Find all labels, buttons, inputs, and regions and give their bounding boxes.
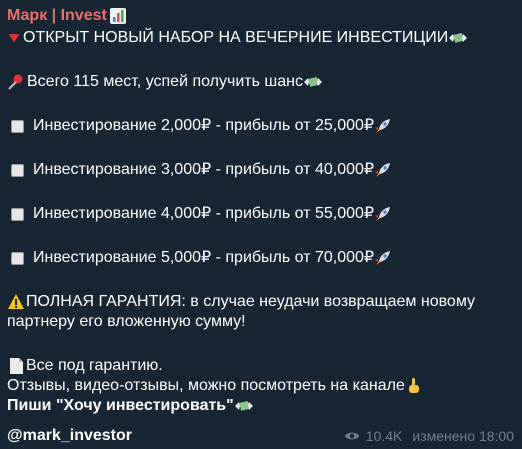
offer-row: Инвестирование 3,000₽ - прибыль от 40,00… — [7, 160, 514, 180]
guarantee-text: ПОЛНАЯ ГАРАНТИЯ: в случае неудачи возвра… — [26, 293, 475, 310]
channel-handle-link[interactable]: @mark_investor — [7, 427, 132, 445]
channel-header[interactable]: Марк | Invest — [7, 4, 514, 28]
reviews-text: Отзывы, видео-отзывы, можно посмотреть н… — [7, 377, 405, 394]
guarantee-line-2: партнеру его вложенную сумму! — [7, 312, 514, 332]
cta-line: Пиши "Хочу инвестировать" — [7, 396, 514, 416]
rocket-icon — [375, 119, 391, 133]
headline: ОТКРЫТ НОВЫЙ НАБОР НА ВЕЧЕРНИЕ ИНВЕСТИЦИ… — [23, 29, 449, 46]
offer-text: Инвестирование 5,000₽ - прибыль от 70,00… — [33, 249, 375, 266]
headline-line: ОТКРЫТ НОВЫЙ НАБОР НА ВЕЧЕРНИЕ ИНВЕСТИЦИ… — [7, 28, 514, 48]
offer-text: Инвестирование 3,000₽ - прибыль от 40,00… — [33, 161, 375, 178]
channel-name[interactable]: Марк | Invest — [7, 4, 107, 28]
views-count: 10.4K — [365, 428, 403, 444]
offer-text: Инвестирование 4,000₽ - прибыль от 55,00… — [33, 205, 375, 222]
checkbox-icon — [11, 163, 24, 177]
seats-text: Всего 115 мест, успей получить шанс — [27, 73, 303, 90]
rocket-icon — [375, 163, 391, 177]
message-footer: @mark_investor 10.4K изменено 18:00 — [7, 426, 514, 446]
checkbox-icon — [11, 251, 24, 265]
index-pointing-up-icon — [408, 378, 419, 393]
all-guaranteed-line: Все под гарантию. — [7, 356, 514, 376]
reviews-line: Отзывы, видео-отзывы, можно посмотреть н… — [7, 376, 514, 396]
pushpin-icon — [8, 74, 23, 90]
checkbox-icon — [11, 207, 24, 221]
red-triangle-down-icon — [8, 34, 20, 43]
money-with-wings-icon — [303, 77, 322, 87]
edited-timestamp: изменено 18:00 — [412, 428, 514, 444]
offer-row: Инвестирование 4,000₽ - прибыль от 55,00… — [7, 204, 514, 224]
offer-row: Инвестирование 5,000₽ - прибыль от 70,00… — [7, 248, 514, 268]
checkbox-icon — [11, 119, 24, 133]
cta-text: Пиши "Хочу инвестировать" — [7, 397, 234, 414]
message-meta: 10.4K изменено 18:00 — [344, 428, 514, 444]
seats-line: Всего 115 мест, успей получить шанс — [7, 72, 514, 92]
chart-increasing-icon — [109, 8, 126, 24]
guarantee-text-continued: партнеру его вложенную сумму! — [7, 313, 246, 330]
rocket-icon — [375, 251, 391, 265]
all-guaranteed-text: Все под гарантию. — [26, 357, 163, 374]
money-with-wings-icon — [234, 401, 253, 411]
money-with-wings-icon — [449, 33, 468, 43]
guarantee-line: ПОЛНАЯ ГАРАНТИЯ: в случае неудачи возвра… — [7, 292, 514, 312]
eye-icon — [344, 432, 359, 440]
page-icon — [10, 358, 23, 374]
message-bubble: Марк | Invest ОТКРЫТ НОВЫЙ НАБОР НА ВЕЧЕ… — [0, 0, 522, 449]
rocket-icon — [375, 207, 391, 221]
offer-text: Инвестирование 2,000₽ - прибыль от 25,00… — [33, 117, 375, 134]
offer-row: Инвестирование 2,000₽ - прибыль от 25,00… — [7, 116, 514, 136]
warning-icon — [8, 294, 24, 309]
